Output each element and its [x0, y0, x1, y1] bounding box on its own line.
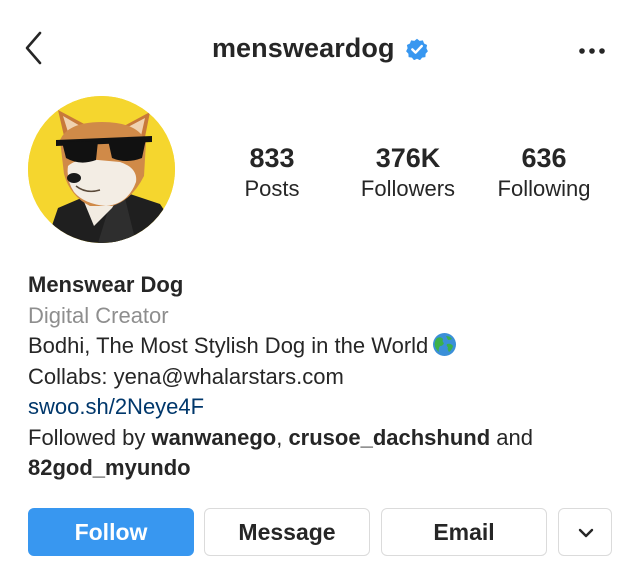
- posts-count: 833: [249, 143, 295, 173]
- header-title: mensweardog: [0, 33, 640, 64]
- profile-avatar[interactable]: [28, 96, 175, 243]
- bio-description: Bodhi, The Most Stylish Dog in the World: [28, 333, 429, 358]
- followers-label: Followers: [360, 176, 456, 201]
- bio-collabs: Collabs: yena@whalarstars.com: [28, 363, 344, 389]
- profile-bio: Menswear Dog Digital Creator Bodhi, The …: [28, 270, 618, 484]
- followers-stat[interactable]: 376K Followers: [345, 142, 471, 204]
- followers-count: 376K: [375, 143, 441, 173]
- profile-header: mensweardog: [0, 0, 640, 100]
- following-stat[interactable]: 636 Following: [488, 142, 600, 204]
- verified-badge-icon: [406, 38, 428, 60]
- username-title: mensweardog: [211, 33, 395, 63]
- message-button[interactable]: Message: [204, 508, 370, 556]
- following-label: Following: [497, 176, 591, 201]
- followed-by-user-2[interactable]: crusoe_dachshund: [288, 425, 490, 450]
- profile-category: Digital Creator: [28, 302, 169, 328]
- globe-emoji-icon: [432, 332, 457, 357]
- bio-description-line: Bodhi, The Most Stylish Dog in the World: [28, 331, 618, 362]
- followed-by-conjunction: and: [490, 424, 533, 450]
- more-options-icon: [579, 48, 605, 54]
- posts-stat[interactable]: 833 Posts: [232, 142, 312, 204]
- followed-by-user-3[interactable]: 82god_myundo: [28, 453, 618, 484]
- posts-label: Posts: [244, 176, 300, 201]
- chevron-down-icon: [578, 528, 594, 538]
- suggested-accounts-dropdown-button[interactable]: [558, 508, 612, 556]
- profile-display-name: Menswear Dog: [28, 272, 184, 297]
- follow-button[interactable]: Follow: [28, 508, 194, 556]
- bio-link[interactable]: swoo.sh/2Neye4F: [28, 392, 618, 423]
- followed-by-separator: ,: [276, 424, 289, 450]
- followed-by-prefix: Followed by: [28, 424, 152, 450]
- email-button[interactable]: Email: [381, 508, 547, 556]
- following-count: 636: [521, 143, 567, 173]
- more-options-button[interactable]: [574, 36, 610, 66]
- followed-by-line: Followed by wanwanego, crusoe_dachshund …: [28, 423, 618, 454]
- followed-by-user-1[interactable]: wanwanego: [152, 425, 277, 450]
- dog-avatar-icon: [28, 96, 175, 243]
